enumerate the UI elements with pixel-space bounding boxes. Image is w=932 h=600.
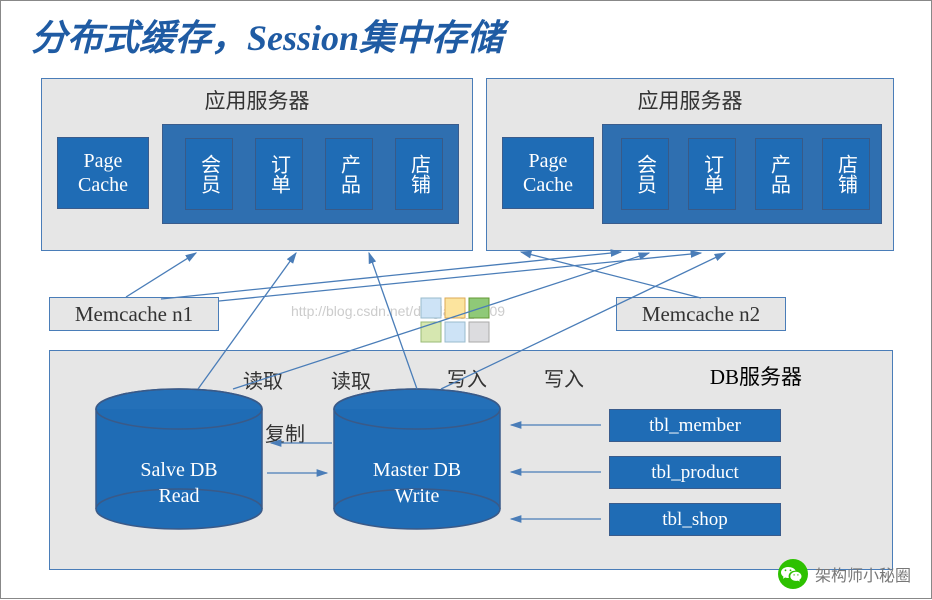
tbl-shop: tbl_shop bbox=[609, 503, 781, 536]
app-server-left-label: 应用服务器 bbox=[205, 85, 310, 115]
label-read-1: 读取 bbox=[243, 365, 283, 394]
module-shop-left: 店铺 bbox=[395, 138, 443, 210]
placeholder-icons bbox=[419, 296, 493, 349]
module-member-right: 会员 bbox=[621, 138, 669, 210]
app-server-left: 应用服务器 Page Cache 会员 订单 产品 店铺 bbox=[41, 78, 473, 251]
page-cache-left: Page Cache bbox=[57, 137, 149, 209]
page-title: 分布式缓存，Session集中存储 bbox=[31, 9, 503, 61]
master-db-label: Master DB Write bbox=[332, 457, 502, 509]
slave-db-label: Salve DB Read bbox=[94, 457, 264, 509]
app-server-right-label: 应用服务器 bbox=[638, 85, 743, 115]
label-write-1: 写入 bbox=[447, 363, 487, 392]
module-member-left: 会员 bbox=[185, 138, 233, 210]
db-server-label: DB服务器 bbox=[710, 361, 802, 391]
master-db: Master DB Write bbox=[332, 387, 502, 532]
module-order-right: 订单 bbox=[688, 138, 736, 210]
tbl-product: tbl_product bbox=[609, 456, 781, 489]
slave-db: Salve DB Read bbox=[94, 387, 264, 532]
app-server-right: 应用服务器 Page Cache 会员 订单 产品 店铺 bbox=[486, 78, 894, 251]
module-product-left: 产品 bbox=[325, 138, 373, 210]
label-write-2: 写入 bbox=[544, 363, 584, 392]
module-group-left: 会员 订单 产品 店铺 bbox=[162, 124, 459, 224]
footer-text: 架构师小秘圈 bbox=[815, 562, 911, 586]
memcache-n2: Memcache n2 bbox=[616, 297, 786, 331]
footer: 架构师小秘圈 bbox=[777, 558, 911, 590]
module-shop-right: 店铺 bbox=[822, 138, 870, 210]
label-replicate: 复制 bbox=[265, 418, 305, 447]
wechat-icon bbox=[777, 558, 809, 590]
module-product-right: 产品 bbox=[755, 138, 803, 210]
label-read-2: 读取 bbox=[331, 365, 371, 394]
tbl-member: tbl_member bbox=[609, 409, 781, 442]
memcache-n1: Memcache n1 bbox=[49, 297, 219, 331]
module-order-left: 订单 bbox=[255, 138, 303, 210]
page-cache-right: Page Cache bbox=[502, 137, 594, 209]
module-group-right: 会员 订单 产品 店铺 bbox=[602, 124, 882, 224]
